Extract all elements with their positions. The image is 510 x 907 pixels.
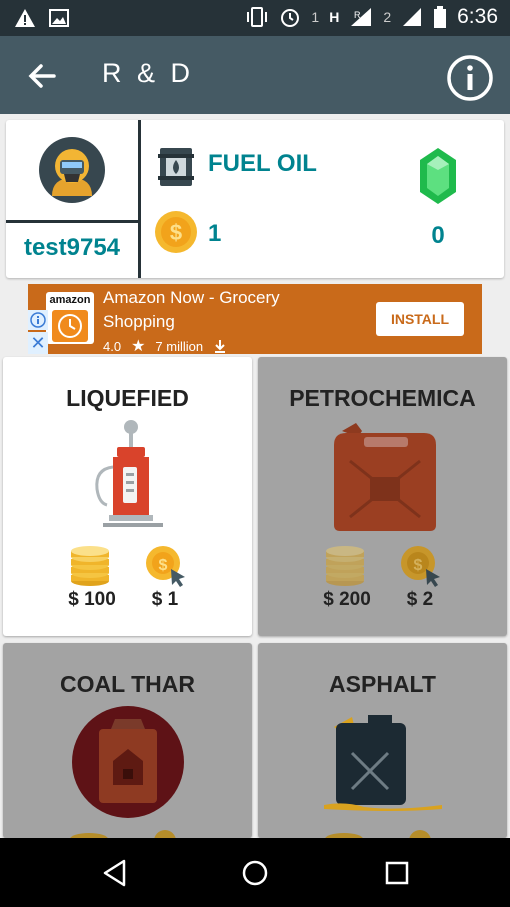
ad-meta: 4.0 ★ 7 million <box>103 336 227 356</box>
upgrade-price: $ 100 <box>68 589 116 610</box>
product-card-coal-thar[interactable]: COAL THAR <box>3 643 252 838</box>
alarm-icon <box>281 9 300 27</box>
oil-canister-icon <box>324 715 442 811</box>
product-card-liquefied[interactable]: LIQUEFIED $ $ 100 $ 1 <box>3 357 252 636</box>
profile-card: test9754 FUEL OIL $ 1 0 <box>6 120 504 278</box>
oil-barrel-icon <box>158 148 194 186</box>
ad-title[interactable]: Amazon Now - Grocery Shopping <box>103 286 323 334</box>
image-icon <box>49 9 69 27</box>
clock: 6:36 <box>457 5 498 28</box>
price-icons-partial <box>70 830 176 838</box>
page-title: R & D <box>102 58 195 88</box>
svg-text:$: $ <box>414 557 423 574</box>
vibrate-icon <box>247 7 268 27</box>
ad-info-icon[interactable] <box>28 310 48 330</box>
price-icons-partial <box>325 830 431 838</box>
tap-coin-icon: $ <box>401 546 440 587</box>
gas-pump-icon <box>95 420 163 527</box>
arrow-left-icon[interactable] <box>24 58 60 94</box>
tap-price: $ 1 <box>151 589 179 610</box>
svg-text:$: $ <box>159 557 168 574</box>
sim2-label: 2 <box>383 9 392 25</box>
product-card-petrochemica[interactable]: PETROCHEMICA $ $ 200 $ 2 <box>258 357 507 636</box>
product-name: COAL THAR <box>59 671 195 697</box>
tap-coin-icon: $ <box>146 546 185 587</box>
status-bar: 1 H R 2 6:36 <box>0 0 510 36</box>
back-nav-icon[interactable] <box>100 858 130 888</box>
ad-close-button[interactable]: ✕ <box>28 332 48 354</box>
coin-stack-icon <box>71 546 109 586</box>
emerald-gem-icon <box>420 148 456 204</box>
tap-price: $ 2 <box>406 589 434 610</box>
username: test9754 <box>23 234 121 261</box>
coin-stack-icon <box>326 546 364 586</box>
jerry-can-icon <box>334 423 436 531</box>
app-bar: R & D <box>0 36 510 114</box>
product-name: PETROCHEMICA <box>289 385 476 411</box>
product-card-asphalt[interactable]: ASPHALT <box>258 643 507 838</box>
signal-roaming-icon: R <box>351 8 372 26</box>
warning-icon <box>15 9 35 27</box>
home-nav-icon[interactable] <box>240 858 270 888</box>
product-name: ASPHALT <box>329 671 436 697</box>
avatar <box>39 137 105 203</box>
amazon-logo: amazon <box>46 292 94 344</box>
sim1-label: 1 <box>311 9 320 25</box>
network-type-label: H <box>329 9 340 25</box>
coin-icon: $ <box>155 211 197 253</box>
star-icon: ★ <box>131 338 146 355</box>
ad-banner[interactable]: amazon ✕ Amazon Now - Grocery Shopping 4… <box>28 284 482 356</box>
divider <box>138 120 141 278</box>
fuel-name: FUEL OIL <box>208 150 317 177</box>
info-icon[interactable] <box>446 54 494 102</box>
svg-text:$: $ <box>170 220 182 245</box>
clock-icon <box>58 314 82 338</box>
battery-icon <box>434 6 447 28</box>
coal-bag-icon <box>72 706 184 818</box>
ad-rating: 4.0 <box>103 338 122 354</box>
product-name: LIQUEFIED <box>66 385 189 411</box>
coin-balance: 1 <box>208 220 222 247</box>
gem-balance: 0 <box>431 222 445 249</box>
divider <box>6 220 138 223</box>
svg-text:R: R <box>354 10 361 20</box>
navigation-bar <box>0 838 510 907</box>
upgrade-price: $ 200 <box>323 589 371 610</box>
recents-nav-icon[interactable] <box>382 858 412 888</box>
ad-install-button[interactable]: INSTALL <box>376 302 464 336</box>
signal-icon <box>403 8 422 26</box>
download-icon <box>215 340 226 353</box>
ad-downloads: 7 million <box>155 338 204 354</box>
